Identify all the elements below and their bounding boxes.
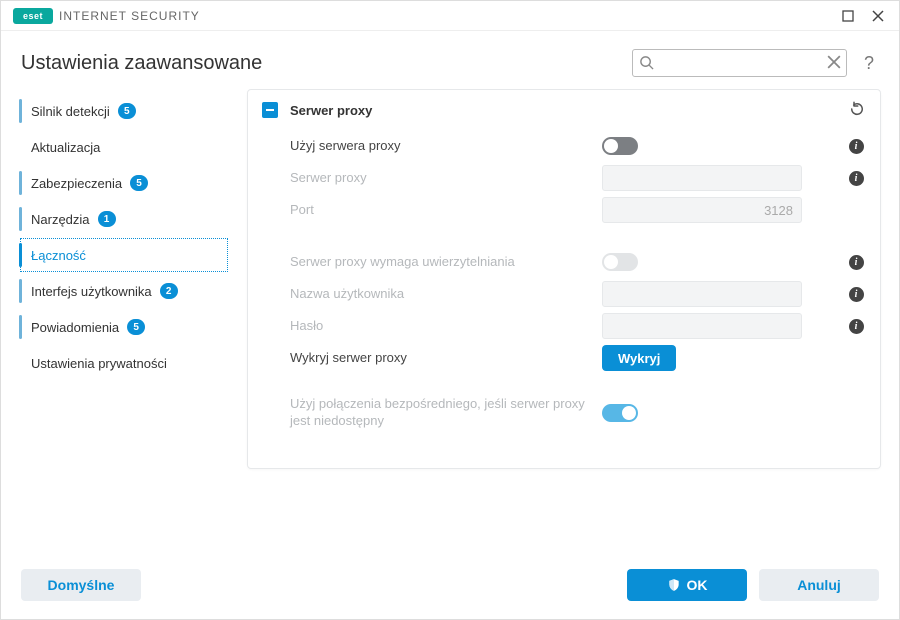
info-icon: i bbox=[849, 139, 864, 154]
clear-icon bbox=[827, 55, 841, 69]
undo-icon bbox=[848, 100, 866, 118]
brand: eset INTERNET SECURITY bbox=[13, 8, 200, 24]
search-box bbox=[632, 49, 847, 77]
brand-logo: eset bbox=[13, 8, 53, 24]
ok-button[interactable]: OK bbox=[627, 569, 747, 601]
close-icon bbox=[872, 10, 884, 22]
sidebar-item-badge: 5 bbox=[130, 175, 148, 191]
window-close-button[interactable] bbox=[863, 1, 893, 31]
info-auth[interactable]: i bbox=[846, 255, 866, 270]
sidebar-item-label: Aktualizacja bbox=[31, 140, 100, 155]
info-proxy-server[interactable]: i bbox=[846, 171, 866, 186]
detect-button[interactable]: Wykryj bbox=[602, 345, 676, 371]
sidebar-item-notifications[interactable]: Powiadomienia 5 bbox=[19, 309, 229, 345]
label-username: Nazwa użytkownika bbox=[290, 286, 590, 303]
sidebar-item-label: Narzędzia bbox=[31, 212, 90, 227]
row-password: Hasło i bbox=[248, 310, 880, 342]
section-title: Serwer proxy bbox=[290, 103, 372, 118]
label-detect-proxy: Wykryj serwer proxy bbox=[290, 350, 590, 367]
sidebar-item-connectivity[interactable]: Łączność bbox=[19, 237, 229, 273]
section-header-proxy: Serwer proxy bbox=[248, 90, 880, 130]
toggle-use-proxy[interactable] bbox=[602, 137, 638, 155]
info-password[interactable]: i bbox=[846, 319, 866, 334]
label-port: Port bbox=[290, 202, 590, 219]
sidebar-item-badge: 2 bbox=[160, 283, 178, 299]
label-auth-required: Serwer proxy wymaga uwierzytelniania bbox=[290, 254, 590, 271]
ok-button-label: OK bbox=[687, 577, 708, 593]
search-clear-button[interactable] bbox=[827, 55, 841, 72]
app-product-name: INTERNET SECURITY bbox=[59, 9, 200, 23]
defaults-button[interactable]: Domyślne bbox=[21, 569, 141, 601]
label-proxy-server: Serwer proxy bbox=[290, 170, 590, 187]
maximize-icon bbox=[842, 10, 854, 22]
row-username: Nazwa użytkownika i bbox=[248, 278, 880, 310]
row-detect-proxy: Wykryj serwer proxy Wykryj bbox=[248, 342, 880, 374]
label-use-proxy: Użyj serwera proxy bbox=[290, 138, 590, 155]
body: Silnik detekcji 5 Aktualizacja Zabezpiec… bbox=[1, 89, 899, 555]
header: Ustawienia zaawansowane ? bbox=[1, 31, 899, 89]
help-button[interactable]: ? bbox=[859, 53, 879, 74]
search-input[interactable] bbox=[632, 49, 847, 77]
sidebar-item-protections[interactable]: Zabezpieczenia 5 bbox=[19, 165, 229, 201]
toggle-auth-required bbox=[602, 253, 638, 271]
window: eset INTERNET SECURITY Ustawienia zaawan… bbox=[0, 0, 900, 620]
sidebar-item-badge: 5 bbox=[118, 103, 136, 119]
page-title: Ustawienia zaawansowane bbox=[21, 52, 620, 75]
titlebar: eset INTERNET SECURITY bbox=[1, 1, 899, 31]
row-port: Port bbox=[248, 194, 880, 226]
sidebar-item-label: Łączność bbox=[31, 248, 86, 263]
sidebar-item-badge: 5 bbox=[127, 319, 145, 335]
row-proxy-server: Serwer proxy i bbox=[248, 162, 880, 194]
sidebar-item-badge: 1 bbox=[98, 211, 116, 227]
revert-button[interactable] bbox=[848, 100, 866, 121]
input-username[interactable] bbox=[602, 281, 802, 307]
cancel-button[interactable]: Anuluj bbox=[759, 569, 879, 601]
toggle-direct-fallback[interactable] bbox=[602, 404, 638, 422]
info-use-proxy[interactable]: i bbox=[846, 139, 866, 154]
sidebar-item-user-interface[interactable]: Interfejs użytkownika 2 bbox=[19, 273, 229, 309]
row-direct-fallback: Użyj połączenia bezpośredniego, jeśli se… bbox=[248, 394, 880, 432]
search-icon bbox=[639, 55, 654, 73]
sidebar-item-label: Silnik detekcji bbox=[31, 104, 110, 119]
row-use-proxy: Użyj serwera proxy i bbox=[248, 130, 880, 162]
sidebar-item-tools[interactable]: Narzędzia 1 bbox=[19, 201, 229, 237]
label-direct-fallback: Użyj połączenia bezpośredniego, jeśli se… bbox=[290, 396, 590, 430]
info-icon: i bbox=[849, 287, 864, 302]
footer: Domyślne OK Anuluj bbox=[1, 555, 899, 619]
label-password: Hasło bbox=[290, 318, 590, 335]
sidebar: Silnik detekcji 5 Aktualizacja Zabezpiec… bbox=[19, 89, 229, 555]
input-port[interactable] bbox=[602, 197, 802, 223]
settings-panel: Serwer proxy Użyj serwera proxy i Serwer… bbox=[247, 89, 881, 469]
input-proxy-server[interactable] bbox=[602, 165, 802, 191]
sidebar-item-privacy-settings[interactable]: Ustawienia prywatności bbox=[19, 345, 229, 381]
info-icon: i bbox=[849, 319, 864, 334]
sidebar-item-label: Ustawienia prywatności bbox=[31, 356, 167, 371]
sidebar-item-label: Interfejs użytkownika bbox=[31, 284, 152, 299]
row-auth-required: Serwer proxy wymaga uwierzytelniania i bbox=[248, 246, 880, 278]
sidebar-item-label: Zabezpieczenia bbox=[31, 176, 122, 191]
collapse-icon[interactable] bbox=[262, 102, 278, 118]
sidebar-item-label: Powiadomienia bbox=[31, 320, 119, 335]
shield-icon bbox=[667, 578, 681, 592]
info-icon: i bbox=[849, 255, 864, 270]
sidebar-item-update[interactable]: Aktualizacja bbox=[19, 129, 229, 165]
window-maximize-button[interactable] bbox=[833, 1, 863, 31]
info-username[interactable]: i bbox=[846, 287, 866, 302]
sidebar-item-detection-engine[interactable]: Silnik detekcji 5 bbox=[19, 93, 229, 129]
info-icon: i bbox=[849, 171, 864, 186]
input-password[interactable] bbox=[602, 313, 802, 339]
